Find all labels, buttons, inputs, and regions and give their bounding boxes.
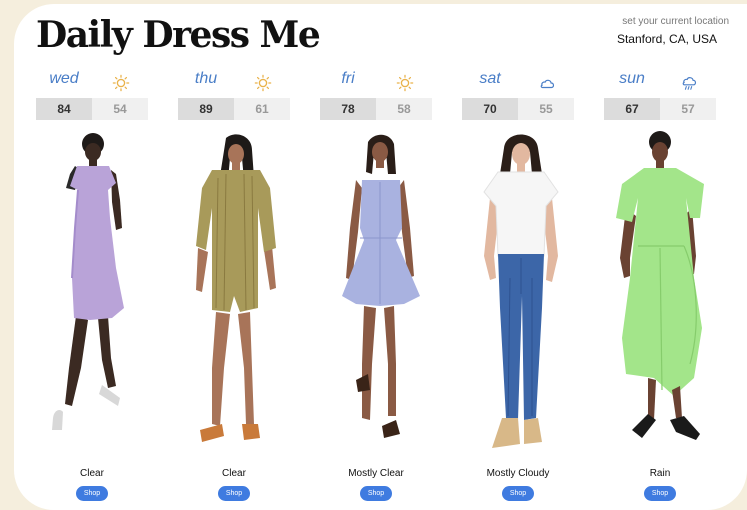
- condition-label: Clear: [80, 468, 104, 479]
- day-column-fri: fri 78 58 Mostly Clear Shop: [320, 70, 432, 510]
- shop-button[interactable]: Shop: [644, 486, 676, 501]
- location-value[interactable]: Stanford, CA, USA: [617, 32, 717, 46]
- shop-button[interactable]: Shop: [76, 486, 108, 501]
- low-temp: 57: [660, 98, 716, 120]
- condition-label: Mostly Clear: [348, 468, 404, 479]
- day-column-sun: sun 67 57 Rain Shop: [604, 70, 716, 510]
- high-temp: 67: [604, 98, 660, 120]
- outfit-photo[interactable]: [604, 128, 716, 460]
- condition-label: Mostly Cloudy: [486, 468, 550, 479]
- low-temp: 61: [234, 98, 290, 120]
- sun-icon: [396, 74, 414, 92]
- day-label: thu: [194, 70, 218, 87]
- outfit-photo[interactable]: [462, 128, 574, 460]
- day-label: wed: [49, 70, 79, 87]
- high-temp: 70: [462, 98, 518, 120]
- outfit-photo[interactable]: [320, 128, 432, 460]
- temperature-range: 84 54: [36, 98, 148, 120]
- sun-icon: [112, 74, 130, 92]
- high-temp: 89: [178, 98, 234, 120]
- sun-icon: [254, 74, 272, 92]
- day-label: fri: [341, 70, 355, 87]
- outfit-photo[interactable]: [178, 128, 290, 460]
- high-temp: 84: [36, 98, 92, 120]
- location-label[interactable]: set your current location: [622, 16, 729, 27]
- shop-button[interactable]: Shop: [360, 486, 392, 501]
- shop-button[interactable]: Shop: [218, 486, 250, 501]
- temperature-range: 89 61: [178, 98, 290, 120]
- day-column-wed: wed 84 54 Clear Shop: [36, 70, 148, 510]
- day-column-sat: sat 70 55 Mostly Cloudy Shop: [462, 70, 574, 510]
- day-label: sat: [479, 70, 501, 87]
- forecast-card: Daily Dress Me set your current location…: [14, 4, 747, 510]
- shop-button[interactable]: Shop: [502, 486, 534, 501]
- low-temp: 55: [518, 98, 574, 120]
- day-label: sun: [619, 70, 645, 87]
- temperature-range: 70 55: [462, 98, 574, 120]
- app-title: Daily Dress Me: [36, 14, 321, 56]
- condition-label: Clear: [222, 468, 246, 479]
- rain-cloud-icon: [682, 77, 697, 90]
- day-column-thu: thu 89 61 Clear Shop: [178, 70, 290, 510]
- high-temp: 78: [320, 98, 376, 120]
- low-temp: 54: [92, 98, 148, 120]
- condition-label: Rain: [649, 468, 671, 479]
- outfit-photo[interactable]: [36, 128, 148, 460]
- cloud-icon: [540, 79, 555, 89]
- temperature-range: 67 57: [604, 98, 716, 120]
- temperature-range: 78 58: [320, 98, 432, 120]
- low-temp: 58: [376, 98, 432, 120]
